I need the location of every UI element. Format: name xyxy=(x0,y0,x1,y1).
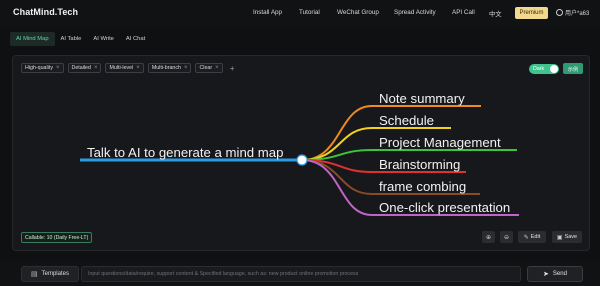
save-label: Save xyxy=(564,234,578,240)
templates-button[interactable]: ▤ Templates xyxy=(21,266,79,282)
callable-count-badge: Callable: 10 (Daily Free-LT) xyxy=(21,232,93,243)
mind-map-branch[interactable]: Project Management xyxy=(379,135,501,150)
send-label: Send xyxy=(552,271,567,277)
prompt-input[interactable] xyxy=(81,266,521,282)
zoom-in-icon: ⊕ xyxy=(485,234,492,241)
send-button[interactable]: ➤ Send xyxy=(527,266,583,282)
zoom-out-icon: ⊖ xyxy=(503,234,510,241)
edit-icon: ✎ xyxy=(523,234,529,241)
templates-icon: ▤ xyxy=(31,271,38,278)
templates-label: Templates xyxy=(41,271,69,277)
root-node-handle[interactable] xyxy=(296,154,308,166)
save-button[interactable]: ▣ Save xyxy=(552,231,582,243)
edit-button[interactable]: ✎ Edit xyxy=(518,231,546,243)
mind-map-branch[interactable]: Note summary xyxy=(379,91,465,106)
zoom-out-button[interactable]: ⊖ xyxy=(500,231,513,243)
mind-map-branch[interactable]: Schedule xyxy=(379,113,434,128)
mind-map-branch[interactable]: Brainstorming xyxy=(379,157,460,172)
mind-map: Talk to AI to generate a mind map Note s… xyxy=(80,91,519,216)
mind-map-branch[interactable]: frame combing xyxy=(379,179,466,194)
save-icon: ▣ xyxy=(556,234,563,241)
send-icon: ➤ xyxy=(543,271,549,278)
mind-map-root[interactable]: Talk to AI to generate a mind map xyxy=(87,145,283,160)
edit-label: Edit xyxy=(530,234,541,240)
zoom-in-button[interactable]: ⊕ xyxy=(482,231,495,243)
mind-map-branch[interactable]: One-click presentation xyxy=(379,200,510,215)
